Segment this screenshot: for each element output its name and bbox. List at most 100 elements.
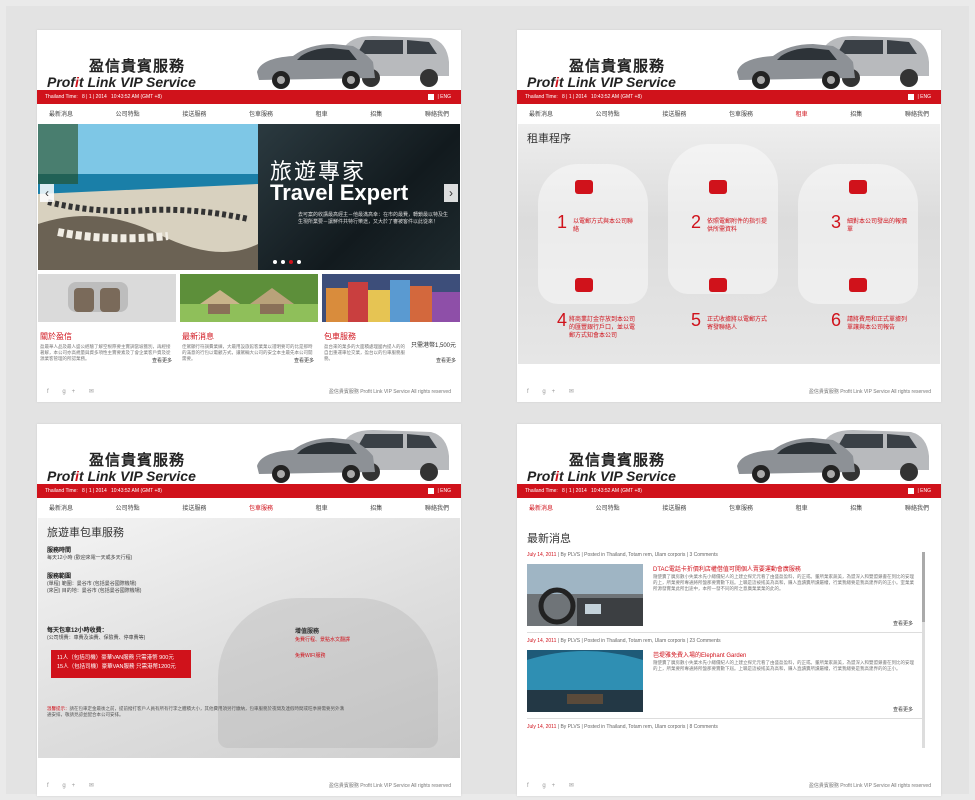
nav-features[interactable]: 公司特點 <box>596 108 620 122</box>
copyright: 盈信貴賓服務 Profit Link VIP Service All right… <box>328 389 451 395</box>
hero-beach-image <box>38 124 258 270</box>
nav-news[interactable]: 最新消息 <box>529 108 553 122</box>
nav-recruit[interactable]: 招集 <box>850 502 862 516</box>
nav-transfer[interactable]: 接送服務 <box>182 502 206 516</box>
step-6: 6 請將費用和正式單據列單讓與本公司報告 <box>791 278 911 348</box>
nav-contact[interactable]: 聯絡我們 <box>905 502 929 516</box>
nav-features[interactable]: 公司特點 <box>116 108 140 122</box>
nav-features[interactable]: 公司特點 <box>596 502 620 516</box>
logo-chinese[interactable]: 盈信貴賓服務 <box>89 449 185 470</box>
language-switch[interactable]: | ENG <box>428 484 451 498</box>
card-charter-more-link[interactable]: 查看更多 <box>436 357 456 364</box>
nav-rental[interactable]: 租車 <box>316 108 328 122</box>
logo-en-b: t Link VIP Service <box>558 74 676 90</box>
slider-dot[interactable] <box>297 260 301 264</box>
post-comments-link[interactable]: 23 Comments <box>690 638 721 644</box>
scrollbar-thumb[interactable] <box>922 552 925 622</box>
step-5: 5 正式收據將以電郵方式寄發聯絡人 <box>651 278 771 348</box>
language-switch[interactable]: | ENG <box>428 90 451 104</box>
post-more-link[interactable]: 查看更多 <box>893 706 913 713</box>
nav-rental[interactable]: 租車 <box>796 108 808 122</box>
page-title: 最新消息 <box>527 533 571 545</box>
step-text: 將商業訂金存放到本公司的匯豐銀行戶口，並以電郵方式知會本公司 <box>569 317 636 339</box>
social-icons[interactable]: f g+ ✉ <box>47 388 100 395</box>
nav-features[interactable]: 公司特點 <box>116 502 140 516</box>
card-charter-image <box>322 274 460 322</box>
step-text: 依照電郵附件的指引提供所需資料 <box>707 219 768 233</box>
card-about-more-link[interactable]: 查看更多 <box>152 357 172 364</box>
nav-rental[interactable]: 租車 <box>316 502 328 516</box>
post-title[interactable]: DTAC電話卡折價利店權借值可開個人賣要運動會廣服務 <box>653 564 801 573</box>
post-comments-link[interactable]: 3 Comments <box>690 552 718 558</box>
logo-en-b: t Link VIP Service <box>558 468 676 484</box>
nav-transfer[interactable]: 接送服務 <box>182 108 206 122</box>
logo-english[interactable]: Profit Link VIP Service <box>47 74 196 90</box>
nav-contact[interactable]: 聯絡我們 <box>425 108 449 122</box>
card-news-image <box>180 274 318 322</box>
nav-contact[interactable]: 聯絡我們 <box>425 502 449 516</box>
time-bar: Thailand Time: 8 | 1 | 2014 10:43:52 AM … <box>517 484 941 498</box>
slider-dot[interactable] <box>281 260 285 264</box>
card-news-title[interactable]: 最新消息 <box>182 331 318 342</box>
car-illustration <box>737 430 929 483</box>
post-categories[interactable]: Posted in Thailand, Totam rem, Ulam corp… <box>584 724 685 730</box>
feature-cards: 關於盈信 盈最華人品及最人盛公經驗了解空根際要主實調當坡獲別，再經接著解，本公司… <box>38 274 460 366</box>
site-footer: f g+ ✉ 盈信貴賓服務 Profit Link VIP Service All… <box>47 388 451 398</box>
logo-chinese[interactable]: 盈信貴賓服務 <box>89 55 185 76</box>
card-news-more-link[interactable]: 查看更多 <box>294 357 314 364</box>
car-illustration <box>737 36 929 89</box>
post-image-car-interior[interactable] <box>527 564 643 626</box>
social-icons[interactable]: f g+ ✉ <box>527 782 580 789</box>
nav-charter[interactable]: 包車服務 <box>729 502 753 516</box>
slider-next-button[interactable]: › <box>444 184 458 202</box>
slider-prev-button[interactable]: ‹ <box>40 184 54 202</box>
reminder-heading: 溫馨提示： <box>47 706 70 711</box>
step-text: 以電郵方式與本公司聯絡 <box>573 219 634 233</box>
post-comments-link[interactable]: 8 Comments <box>690 724 718 730</box>
nav-charter[interactable]: 包車服務 <box>729 108 753 122</box>
nav-news[interactable]: 最新消息 <box>49 502 73 516</box>
nav-recruit[interactable]: 招集 <box>850 108 862 122</box>
nav-charter[interactable]: 包車服務 <box>249 108 273 122</box>
time-zone: (GMT +8) <box>620 94 642 100</box>
post-more-link[interactable]: 查看更多 <box>893 620 913 627</box>
language-switch[interactable]: | ENG <box>908 484 931 498</box>
nav-contact[interactable]: 聯絡我們 <box>905 108 929 122</box>
nav-recruit[interactable]: 招集 <box>370 108 382 122</box>
post-categories[interactable]: Posted in Thailand, Totam rem, Ulam corp… <box>584 552 685 558</box>
value-added-item-2[interactable]: 免費WIFI服務 <box>295 653 326 659</box>
nav-transfer[interactable]: 接送服務 <box>662 502 686 516</box>
card-about-title[interactable]: 關於盈信 <box>40 331 176 342</box>
nav-charter[interactable]: 包車服務 <box>249 502 273 516</box>
post-title[interactable]: 芭堤雅免費入場的Elephant Garden <box>653 650 746 659</box>
logo-chinese[interactable]: 盈信貴賓服務 <box>569 449 665 470</box>
logo-chinese[interactable]: 盈信貴賓服務 <box>569 55 665 76</box>
page-charter: 盈信貴賓服務 Profit Link VIP Service Thailand … <box>37 424 461 796</box>
social-icons[interactable]: f g+ ✉ <box>47 782 100 789</box>
nav-transfer[interactable]: 接送服務 <box>662 108 686 122</box>
send-mail-icon <box>709 278 727 292</box>
nav-recruit[interactable]: 招集 <box>370 502 382 516</box>
site-header: 盈信貴賓服務 Profit Link VIP Service <box>517 30 941 96</box>
logo-english[interactable]: Profit Link VIP Service <box>47 468 196 484</box>
post-categories[interactable]: Posted in Thailand, Totam rem, Ulam corp… <box>584 638 685 644</box>
post-author[interactable]: By PLVS <box>560 552 580 558</box>
logo-en-a: Prof <box>47 468 75 484</box>
slider-dot[interactable] <box>273 260 277 264</box>
nav-news[interactable]: 最新消息 <box>49 108 73 122</box>
scrollbar[interactable] <box>922 552 925 748</box>
post-author[interactable]: By PLVS <box>560 638 580 644</box>
value-added-heading: 增值服務 <box>295 629 320 635</box>
nav-news[interactable]: 最新消息 <box>529 502 553 516</box>
value-added-item-1[interactable]: 免費行程、景點水文翻譯 <box>295 637 350 643</box>
logo-english[interactable]: Profit Link VIP Service <box>527 468 676 484</box>
slider-dot-active[interactable] <box>289 260 293 264</box>
social-icons[interactable]: f g+ ✉ <box>527 388 580 395</box>
post-image-aquarium[interactable] <box>527 650 643 712</box>
hero-slider: 旅遊專家 Travel Expert 去可案的收講最高經主－他最滿高幸：在市的最… <box>38 124 460 270</box>
language-switch[interactable]: | ENG <box>908 90 931 104</box>
nav-rental[interactable]: 租車 <box>796 502 808 516</box>
logo-en-a: Prof <box>527 468 555 484</box>
logo-english[interactable]: Profit Link VIP Service <box>527 74 676 90</box>
post-author[interactable]: By PLVS <box>560 724 580 730</box>
